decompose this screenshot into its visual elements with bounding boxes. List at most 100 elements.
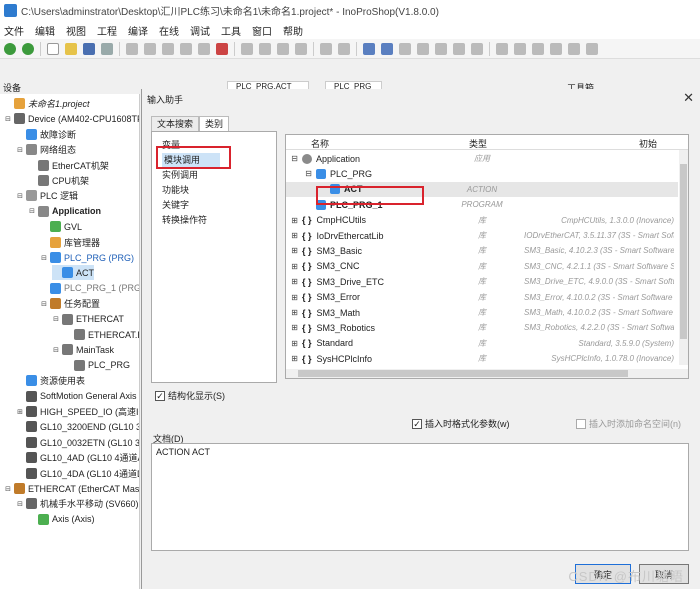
menu-window[interactable]: 窗口 — [252, 23, 272, 38]
step-over-icon[interactable] — [514, 42, 526, 55]
collapse-icon[interactable]: ⊟ — [40, 254, 48, 262]
expand-icon[interactable]: ⊞ — [290, 293, 299, 302]
logout-icon[interactable] — [417, 42, 429, 55]
tree-item[interactable]: GL10_4DA (GL10 4通道DA) — [16, 466, 139, 481]
tree-item[interactable]: ⊟ ETHERCAT (EtherCAT Master) — [4, 481, 139, 496]
expand-icon[interactable]: ⊞ — [290, 231, 299, 240]
item-row[interactable]: ⊞{ } CmpHCUtils 库 CmpHCUtils, 1.3.0.0 (Inov… — [286, 213, 678, 228]
expand-icon[interactable]: ⊞ — [290, 339, 299, 348]
menu-project[interactable]: 工程 — [97, 23, 117, 38]
tree-item[interactable]: ⊟ PLC_PRG (PRG) — [40, 250, 134, 265]
menu-file[interactable]: 文件 — [4, 23, 24, 38]
item-row[interactable]: ACT ACTION — [286, 181, 678, 197]
column-type[interactable]: 类型 — [469, 137, 487, 150]
open-folder-icon[interactable] — [65, 42, 77, 55]
bookmark-next-icon[interactable] — [295, 42, 307, 55]
login-icon[interactable] — [399, 42, 411, 55]
tree-item[interactable]: ⊟ 任务配置 — [40, 296, 100, 311]
horizontal-scrollbar[interactable] — [286, 369, 688, 378]
column-name[interactable]: 名称 — [311, 137, 329, 150]
tree-item[interactable]: ⊞ HIGH_SPEED_IO (高速IO) — [16, 404, 139, 419]
close-icon[interactable]: ✕ — [683, 90, 694, 106]
menu-tools[interactable]: 工具 — [221, 23, 241, 38]
tree-item[interactable]: 库管理器 — [40, 235, 100, 250]
expand-icon[interactable]: ⊞ — [290, 246, 299, 255]
tree-item[interactable]: ⊟ 机械手水平移动 (SV660) — [16, 496, 139, 511]
print-icon[interactable] — [101, 42, 113, 55]
item-row[interactable]: ⊞{ } IoDrvEthercatLib 库 IODrvEtherCAT, 3.5.… — [286, 228, 678, 243]
item-row[interactable]: ⊞{ } SysHCPlcInfo 库 SysHCPlcInfo, 1.0.78.0 … — [286, 351, 678, 366]
delete-icon[interactable] — [216, 42, 228, 55]
step-into-icon[interactable] — [496, 42, 508, 55]
new-file-icon[interactable] — [47, 42, 59, 55]
tab-categories[interactable]: 类别 — [199, 116, 230, 131]
menu-view[interactable]: 视图 — [66, 23, 86, 38]
tree-item[interactable]: PLC_PRG — [64, 358, 130, 373]
find-icon[interactable] — [241, 42, 253, 55]
collapse-icon[interactable]: ⊟ — [304, 169, 313, 178]
copy-icon[interactable] — [180, 42, 192, 55]
item-row[interactable]: ⊞{ } Standard 库 Standard, 3.5.9.0 (System) — [286, 336, 678, 351]
column-init[interactable]: 初始 — [639, 137, 657, 150]
collapse-icon[interactable]: ⊟ — [16, 192, 24, 200]
checkbox-checked-icon[interactable]: ✓ — [155, 390, 165, 401]
save-icon[interactable] — [83, 42, 95, 55]
replace-icon[interactable] — [259, 42, 271, 55]
force-values-icon[interactable] — [586, 42, 598, 55]
expand-icon[interactable]: ⊞ — [290, 308, 299, 317]
device-tree[interactable]: 未命名1.project ⊟ Device (AM402-CPU1608TP/TN)… — [0, 94, 140, 589]
tree-item[interactable]: ⊟ ETHERCAT — [52, 312, 124, 327]
menu-edit[interactable]: 编辑 — [35, 23, 55, 38]
ok-button[interactable]: 确定 — [575, 564, 631, 584]
tree-item[interactable]: CPU机架 — [28, 173, 89, 188]
tree-item[interactable]: PLC_PRG_1 (PRG) — [40, 281, 139, 296]
collapse-icon[interactable]: ⊟ — [290, 154, 299, 163]
expand-icon[interactable]: ⊞ — [290, 354, 299, 363]
item-row[interactable]: ⊞{ } SM3_Drive_ETC 库 SM3_Drive_ETC, 4.9.0.0… — [286, 274, 678, 289]
tree-item[interactable]: GL10_4AD (GL10 4通道AD) — [16, 450, 139, 465]
collapse-icon[interactable]: ⊟ — [28, 207, 36, 215]
rebuild-icon[interactable] — [381, 42, 393, 55]
item-row[interactable]: ⊞{ } SM3_Error 库 SM3_Error, 4.10.0.2 (3S - … — [286, 290, 678, 305]
run-icon[interactable] — [435, 42, 447, 55]
item-row[interactable]: ⊟ Application 应用 — [286, 151, 678, 166]
tree-item[interactable]: 未命名1.project — [4, 96, 90, 111]
expand-icon[interactable]: ⊞ — [290, 323, 299, 332]
tree-item[interactable]: GVL — [40, 219, 82, 234]
tree-item[interactable]: ACT — [52, 265, 94, 281]
breakpoint-icon[interactable] — [550, 42, 562, 55]
back-icon[interactable] — [4, 42, 16, 55]
item-row[interactable]: ⊞{ } SM3_Math 库 SM3_Math, 4.10.0.2 (3S - Sm… — [286, 305, 678, 320]
forward-icon[interactable] — [22, 42, 34, 55]
collapse-icon[interactable]: ⊟ — [16, 146, 24, 154]
item-row[interactable]: ⊞{ } SM3_CNC 库 SM3_CNC, 4.2.1.1 (3S - Smart… — [286, 259, 678, 274]
collapse-icon[interactable]: ⊟ — [4, 485, 12, 493]
menu-help[interactable]: 帮助 — [283, 23, 303, 38]
insert-formal-params-checkbox[interactable]: ✓ 插入时格式化参数(w) — [412, 417, 510, 430]
category-variables[interactable]: 变量 — [162, 138, 180, 152]
tree-item[interactable]: GL10_3200END (GL10 32点) — [16, 419, 139, 434]
window-split-icon[interactable] — [338, 42, 350, 55]
category-conversion-operators[interactable]: 转换操作符 — [162, 213, 207, 227]
tree-item[interactable]: Axis (Axis) — [28, 512, 95, 527]
tree-item[interactable]: GL10_0032ETN (GL10 32点) — [16, 435, 139, 450]
tree-item[interactable]: 故障诊断 — [16, 127, 76, 142]
collapse-icon[interactable]: ⊟ — [4, 115, 12, 123]
write-values-icon[interactable] — [568, 42, 580, 55]
tree-item[interactable]: ⊟ Device (AM402-CPU1608TP/TN) — [4, 111, 139, 126]
insert-namespace-checkbox[interactable]: 插入时添加命名空间(n) — [576, 417, 681, 430]
tree-item[interactable]: SoftMotion General Axis Pool — [16, 389, 139, 404]
expand-icon[interactable]: ⊞ — [16, 408, 24, 416]
undo-icon[interactable] — [126, 42, 138, 55]
item-row[interactable]: ⊞{ } SM3_Basic 库 SM3_Basic, 4.10.2.3 (3S - … — [286, 243, 678, 258]
checkbox-checked-icon[interactable]: ✓ — [412, 418, 422, 429]
structured-view-checkbox[interactable]: ✓ 结构化显示(S) — [155, 389, 225, 402]
menu-online[interactable]: 在线 — [159, 23, 179, 38]
menu-debug[interactable]: 调试 — [190, 23, 210, 38]
expand-icon[interactable]: ⊞ — [290, 216, 299, 225]
category-function-blocks[interactable]: 功能块 — [162, 183, 189, 197]
window-layout-icon[interactable] — [320, 42, 332, 55]
category-module-calls[interactable]: 模块调用 — [162, 153, 220, 167]
tree-item[interactable]: 资源使用表 — [16, 373, 85, 388]
stop-icon[interactable] — [453, 42, 465, 55]
